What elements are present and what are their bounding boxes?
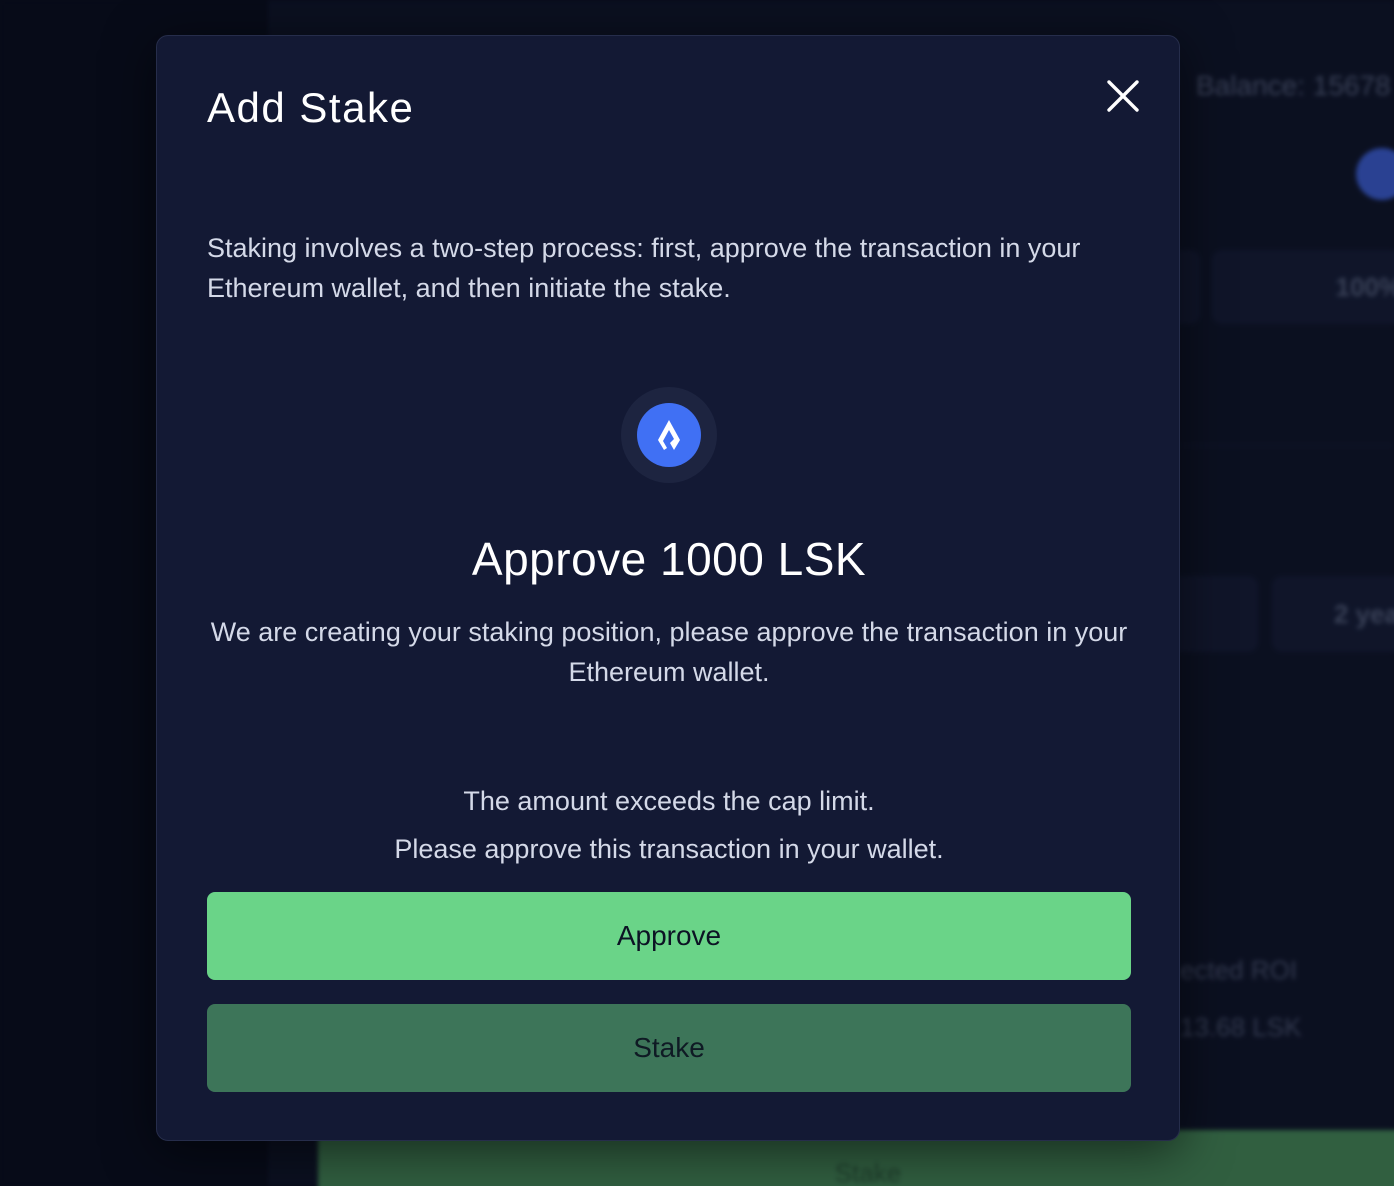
staking-intro-text: Staking involves a two-step process: fir…	[207, 233, 1081, 303]
lisk-token-icon	[637, 403, 701, 467]
cap-limit-line: The amount exceeds the cap limit.	[463, 786, 875, 816]
cap-limit-notice: The amount exceeds the cap limit. Please…	[207, 777, 1131, 873]
approve-description: We are creating your staking position, p…	[210, 617, 1128, 687]
approve-button[interactable]: Approve	[207, 892, 1131, 980]
close-button[interactable]	[1101, 74, 1145, 118]
token-badge	[621, 387, 717, 483]
approve-amount-heading: Approve 1000 LSK	[471, 533, 867, 585]
add-stake-modal: Add Stake Staking involves a two-step pr…	[156, 35, 1180, 1141]
approve-wallet-line: Please approve this transaction in your …	[394, 834, 944, 864]
close-icon	[1107, 80, 1139, 112]
stake-button[interactable]: Stake	[207, 1004, 1131, 1092]
modal-title: Add Stake	[207, 84, 415, 131]
